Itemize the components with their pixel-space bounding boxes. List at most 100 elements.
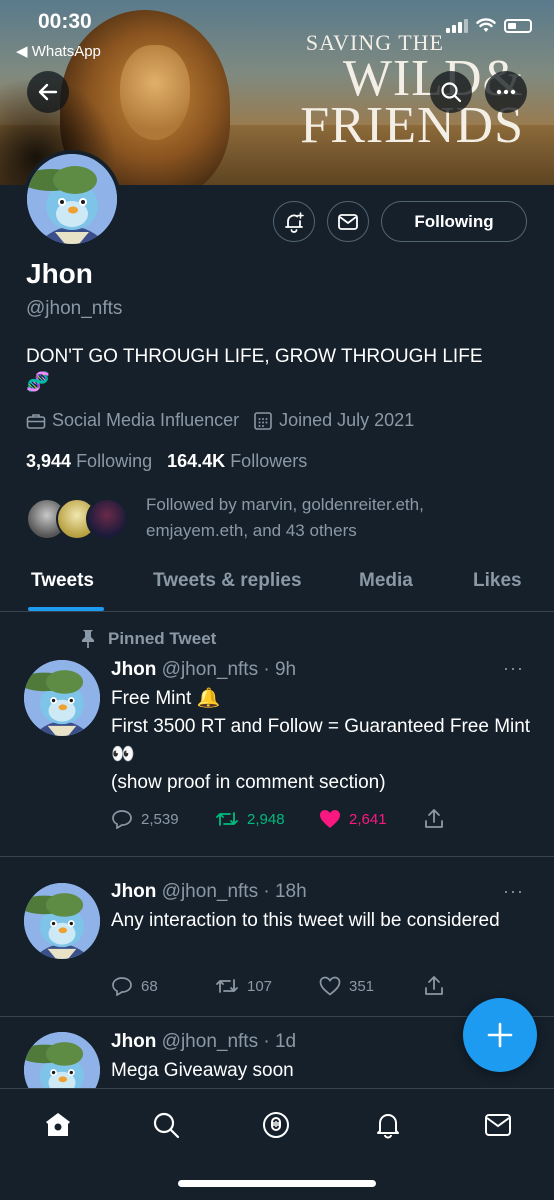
mutual-avatars: [26, 495, 130, 541]
tweet-author-meta: @jhon_nfts · 1d: [161, 1031, 297, 1052]
tweet[interactable]: Jhon @jhon_nfts · 9h ··· Free Mint 🔔 Fir…: [0, 612, 554, 857]
tweet-more-button[interactable]: ···: [503, 881, 524, 902]
tweet-author-meta: @jhon_nfts · 18h: [161, 881, 307, 902]
status-bar: 00:30 ◀ WhatsApp: [0, 0, 554, 60]
avatar-image: [27, 154, 117, 244]
tweet-avatar[interactable]: [24, 883, 100, 959]
tweet-line: Any interaction to this tweet will be co…: [111, 910, 500, 931]
tab-media[interactable]: Media: [359, 570, 413, 592]
tweet-author-name[interactable]: Jhon: [111, 1031, 156, 1052]
nav-notifications[interactable]: [368, 1105, 408, 1145]
followers-count: 164.4K: [167, 451, 226, 471]
tweet-avatar[interactable]: [24, 1032, 100, 1088]
search-icon: [441, 82, 462, 103]
nav-search[interactable]: [146, 1105, 186, 1145]
follow-stats: 3,944 Following 164.4K Followers: [26, 451, 307, 472]
retweet-button[interactable]: 107: [215, 975, 319, 997]
profile-category: Social Media Influencer: [26, 410, 239, 431]
more-options-button[interactable]: [485, 71, 527, 113]
bio-text: DON'T GO THROUGH LIFE, GROW THROUGH LIFE: [26, 346, 483, 367]
mutual-avatar-3: [86, 498, 128, 540]
tweet-avatar[interactable]: [24, 660, 100, 736]
home-icon: [46, 1113, 70, 1136]
retweet-icon: [216, 812, 238, 826]
banner-line3: FRIENDS: [300, 97, 524, 154]
home-indicator[interactable]: [178, 1180, 376, 1187]
reply-count: 2,539: [141, 810, 179, 828]
tweet-author-name[interactable]: Jhon: [111, 659, 156, 680]
tab-tweets-replies[interactable]: Tweets & replies: [153, 570, 302, 592]
tweet-line: (show proof in comment section): [111, 772, 386, 793]
back-to-app[interactable]: ◀ WhatsApp: [16, 42, 101, 60]
back-button[interactable]: [27, 71, 69, 113]
retweet-count: 2,948: [247, 810, 285, 828]
penguin-avatar-art: [24, 660, 100, 736]
more-icon: [496, 89, 516, 95]
share-icon: [425, 809, 443, 828]
reply-icon: [112, 810, 132, 829]
briefcase-icon: [26, 413, 46, 429]
spaces-icon: [263, 1112, 289, 1138]
nav-home[interactable]: [38, 1105, 78, 1145]
following-button[interactable]: Following: [381, 201, 527, 242]
tweet-text: Mega Giveaway soon: [111, 1057, 531, 1085]
penguin-avatar-art: [27, 154, 117, 244]
bell-plus-icon: [285, 211, 304, 233]
mail-icon: [338, 213, 358, 230]
retweet-button[interactable]: 2,948: [215, 808, 319, 830]
profile-name: Jhon: [26, 258, 93, 289]
dna-emoji: 🧬: [26, 372, 50, 393]
tweet-header: Jhon @jhon_nfts · 18h: [111, 881, 307, 903]
status-time: 00:30: [38, 10, 92, 33]
share-icon: [425, 976, 443, 995]
following-stat[interactable]: 3,944 Following: [26, 451, 152, 471]
like-button[interactable]: 2,641: [319, 808, 423, 830]
tweet-header: Jhon @jhon_nfts · 1d: [111, 1031, 296, 1053]
search-button[interactable]: [430, 71, 472, 113]
tweet-line: First 3500 RT and Follow = Guaranteed Fr…: [111, 716, 531, 765]
tweet-text: Any interaction to this tweet will be co…: [111, 907, 531, 935]
tweet-actions: 2,539 2,948 2,641: [111, 808, 463, 830]
cellular-signal-icon: [446, 19, 468, 33]
penguin-avatar-art: [24, 1032, 100, 1088]
tweet-author-name[interactable]: Jhon: [111, 881, 156, 902]
retweet-icon: [216, 979, 238, 993]
tab-likes[interactable]: Likes: [473, 570, 522, 592]
like-count: 351: [349, 977, 375, 995]
calendar-icon: [254, 411, 272, 430]
category-label: Social Media Influencer: [52, 410, 240, 430]
tweet-more-button[interactable]: ···: [503, 658, 524, 679]
tab-tweets[interactable]: Tweets: [31, 570, 94, 592]
tweet-text: Free Mint 🔔 First 3500 RT and Follow = G…: [111, 685, 531, 797]
arrow-left-icon: [38, 83, 58, 101]
tweet-line: Mega Giveaway soon: [111, 1060, 294, 1081]
compose-tweet-button[interactable]: [463, 998, 537, 1072]
following-label: Following: [76, 451, 153, 471]
profile-meta: Social Media Influencer Joined July 2021: [26, 410, 414, 431]
following-count: 3,944: [26, 451, 72, 471]
share-button[interactable]: [423, 975, 463, 997]
followed-by[interactable]: Followed by marvin, goldenreiter.eth, em…: [26, 492, 486, 544]
plus-icon: [487, 1022, 513, 1048]
reply-button[interactable]: 68: [111, 975, 215, 997]
like-count: 2,641: [349, 810, 387, 828]
followed-by-text: Followed by marvin, goldenreiter.eth, em…: [146, 495, 424, 540]
reply-button[interactable]: 2,539: [111, 808, 215, 830]
like-button[interactable]: 351: [319, 975, 423, 997]
profile-avatar[interactable]: [23, 150, 121, 248]
followers-stat[interactable]: 164.4K Followers: [167, 451, 307, 471]
followers-label: Followers: [230, 451, 308, 471]
nav-spaces[interactable]: [256, 1105, 296, 1145]
reply-icon: [112, 977, 132, 996]
tweet[interactable]: Jhon @jhon_nfts · 18h ··· Any interactio…: [0, 857, 554, 1017]
nav-messages[interactable]: [478, 1105, 518, 1145]
tweet-line: Free Mint 🔔: [111, 688, 221, 709]
profile-handle: @jhon_nfts: [26, 298, 123, 319]
notify-button[interactable]: [273, 201, 315, 242]
tweet-header: Jhon @jhon_nfts · 9h: [111, 659, 296, 681]
tweet-actions: 68 107 351: [111, 975, 463, 997]
share-button[interactable]: [423, 808, 463, 830]
retweet-count: 107: [247, 977, 273, 995]
message-button[interactable]: [327, 201, 369, 242]
active-tab-indicator: [28, 607, 104, 611]
